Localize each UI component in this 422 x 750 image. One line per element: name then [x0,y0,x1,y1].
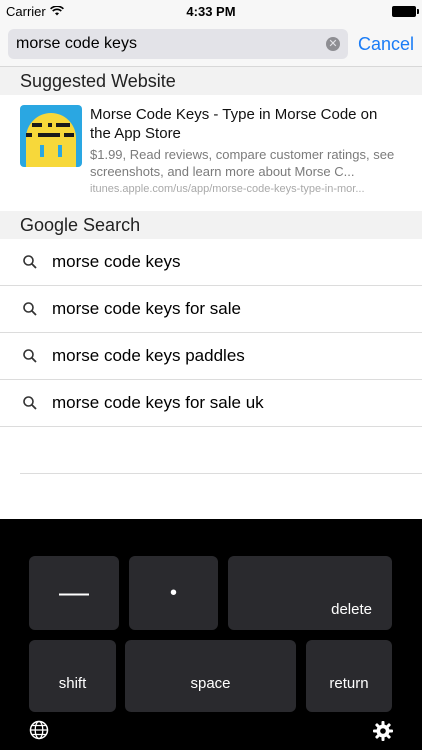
suggested-title: Morse Code Keys - Type in Morse Code on … [90,106,378,142]
search-suggestion[interactable]: morse code keys paddles [0,333,422,380]
status-bar: Carrier 4:33 PM [0,0,422,22]
search-bar: morse code keys ✕ Cancel [0,22,422,67]
dot-key[interactable]: • [129,556,218,630]
google-results-list: morse code keys morse code keys for sale… [0,239,422,474]
suggested-description: $1.99, Read reviews, compare customer ra… [90,147,395,179]
search-suggestion[interactable]: morse code keys for sale uk [0,380,422,427]
shift-key[interactable]: shift [29,640,116,712]
dash-key[interactable]: — [29,556,119,630]
search-icon [23,255,37,269]
search-suggestion[interactable]: morse code keys [0,239,422,286]
suggested-website-header: Suggested Website [0,67,422,95]
battery-icon [392,5,419,17]
search-input-value: morse code keys [16,35,137,52]
suggested-website-item[interactable]: Morse Code Keys - Type in Morse Code on … [0,95,422,211]
wifi-icon [49,4,64,19]
search-suggestion-label: morse code keys paddles [52,346,245,365]
search-icon [23,396,37,410]
globe-icon[interactable] [29,720,49,740]
search-icon [23,349,37,363]
search-suggestion-label: morse code keys for sale uk [52,393,264,412]
search-icon [23,302,37,316]
cancel-button[interactable]: Cancel [358,34,414,55]
search-suggestion[interactable]: morse code keys for sale [0,286,422,333]
gear-icon[interactable] [372,720,394,742]
empty-row [20,427,422,474]
return-key[interactable]: return [306,640,392,712]
morse-keyboard: — • delete shift space return [0,519,422,750]
search-suggestion-label: morse code keys [52,252,181,271]
search-input[interactable]: morse code keys ✕ [8,29,348,59]
google-search-header: Google Search [0,211,422,239]
space-key[interactable]: space [125,640,296,712]
delete-key[interactable]: delete [228,556,392,630]
carrier-label: Carrier [6,3,46,19]
search-suggestion-label: morse code keys for sale [52,299,241,318]
app-icon [20,105,82,167]
suggested-url: itunes.apple.com/us/app/morse-code-keys-… [90,183,365,195]
clear-icon[interactable]: ✕ [325,37,340,51]
